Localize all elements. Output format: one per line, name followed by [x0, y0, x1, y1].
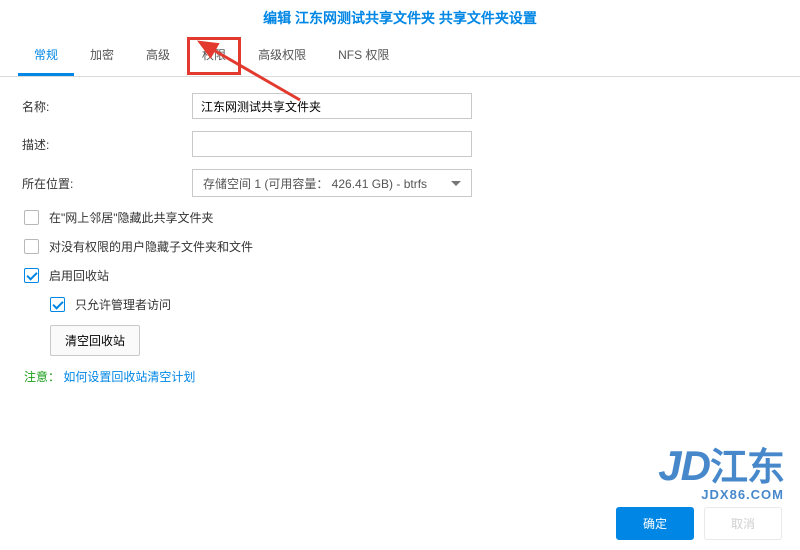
- label-admin-only: 只允许管理者访问: [75, 296, 171, 313]
- tab-advanced[interactable]: 高级: [130, 36, 186, 76]
- checkbox-admin-only[interactable]: [50, 297, 65, 312]
- tab-permission[interactable]: 权限: [186, 36, 242, 76]
- notice-row: 注意： 如何设置回收站清空计划: [22, 368, 778, 385]
- dialog-title: 编辑 江东网测试共享文件夹 共享文件夹设置: [263, 10, 537, 26]
- form-area: 名称: 描述: 所在位置: 存储空间 1 (可用容量： 426.41 GB) -…: [0, 77, 800, 401]
- checkbox-enable-recycle[interactable]: [24, 268, 39, 283]
- dialog-footer: 确定 取消: [616, 507, 782, 540]
- desc-label: 描述:: [22, 136, 192, 153]
- chevron-down-icon: [451, 181, 461, 186]
- location-value: 存储空间 1 (可用容量： 426.41 GB) - btrfs: [203, 175, 427, 192]
- tab-advanced-permission[interactable]: 高级权限: [242, 36, 322, 76]
- desc-input[interactable]: [192, 131, 472, 157]
- label-enable-recycle: 启用回收站: [49, 267, 109, 284]
- label-hide-neighborhood: 在"网上邻居"隐藏此共享文件夹: [49, 209, 214, 226]
- checkbox-hide-subfolders[interactable]: [24, 239, 39, 254]
- name-input[interactable]: [192, 93, 472, 119]
- name-label: 名称:: [22, 98, 192, 115]
- notice-link[interactable]: 如何设置回收站清空计划: [63, 370, 195, 384]
- cancel-button[interactable]: 取消: [704, 507, 782, 540]
- watermark: JD江东 JDX86.COM: [658, 445, 784, 502]
- tab-general[interactable]: 常规: [18, 36, 74, 76]
- tab-nfs-permission[interactable]: NFS 权限: [322, 36, 405, 76]
- ok-button[interactable]: 确定: [616, 507, 694, 540]
- tab-bar: 常规 加密 高级 权限 高级权限 NFS 权限: [0, 36, 800, 77]
- location-label: 所在位置:: [22, 175, 192, 192]
- label-hide-subfolders: 对没有权限的用户隐藏子文件夹和文件: [49, 238, 253, 255]
- dialog-header: 编辑 江东网测试共享文件夹 共享文件夹设置: [0, 0, 800, 36]
- location-select[interactable]: 存储空间 1 (可用容量： 426.41 GB) - btrfs: [192, 169, 472, 197]
- tab-encrypt[interactable]: 加密: [74, 36, 130, 76]
- notice-label: 注意：: [24, 370, 60, 384]
- checkbox-hide-neighborhood[interactable]: [24, 210, 39, 225]
- empty-recycle-button[interactable]: 清空回收站: [50, 325, 140, 356]
